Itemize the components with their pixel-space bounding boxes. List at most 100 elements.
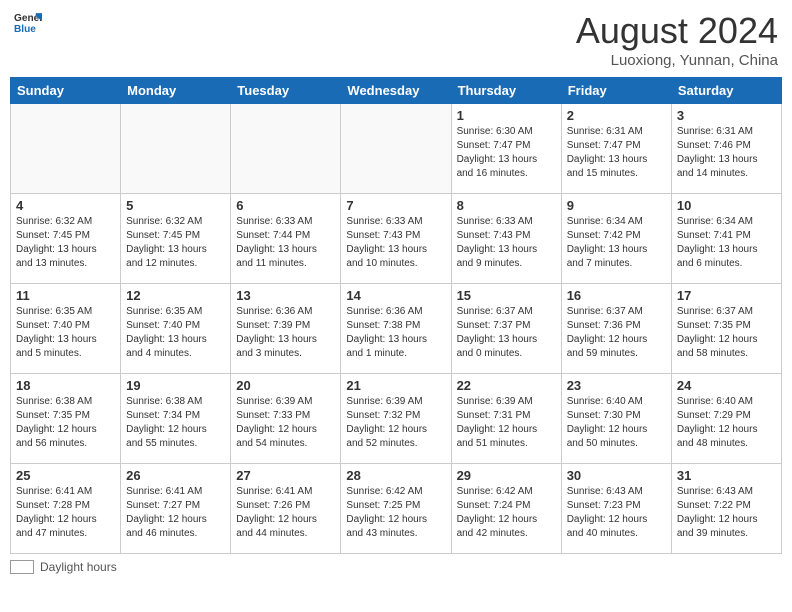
day-info: Sunrise: 6:34 AMSunset: 7:42 PMDaylight:… <box>567 215 666 271</box>
day-number: 13 <box>236 288 335 303</box>
calendar-cell: 2 Sunrise: 6:31 AMSunset: 7:47 PMDaylight… <box>561 104 671 194</box>
calendar-cell <box>11 104 121 194</box>
day-info: Sunrise: 6:37 AMSunset: 7:35 PMDaylight:… <box>677 305 776 361</box>
day-number: 10 <box>677 198 776 213</box>
logo-icon: General Blue <box>14 10 42 38</box>
day-info: Sunrise: 6:40 AMSunset: 7:29 PMDaylight:… <box>677 395 776 451</box>
calendar-cell: 22 Sunrise: 6:39 AMSunset: 7:31 PMDayligh… <box>451 374 561 464</box>
day-info: Sunrise: 6:33 AMSunset: 7:43 PMDaylight:… <box>346 215 445 271</box>
calendar-cell: 29 Sunrise: 6:42 AMSunset: 7:24 PMDayligh… <box>451 464 561 554</box>
day-number: 11 <box>16 288 115 303</box>
calendar-week-row: 25 Sunrise: 6:41 AMSunset: 7:28 PMDayligh… <box>11 464 782 554</box>
legend-label: Daylight hours <box>40 560 117 574</box>
day-number: 15 <box>457 288 556 303</box>
day-info: Sunrise: 6:40 AMSunset: 7:30 PMDaylight:… <box>567 395 666 451</box>
day-info: Sunrise: 6:39 AMSunset: 7:33 PMDaylight:… <box>236 395 335 451</box>
calendar-cell: 31Sunrise: 6:43 AMSunset: 7:22 PMDayligh… <box>671 464 781 554</box>
calendar-cell: 13Sunrise: 6:36 AMSunset: 7:39 PMDayligh… <box>231 284 341 374</box>
month-title: August 2024 <box>576 10 778 52</box>
weekday-header: Friday <box>561 78 671 104</box>
calendar-cell: 30 Sunrise: 6:43 AMSunset: 7:23 PMDayligh… <box>561 464 671 554</box>
day-number: 7 <box>346 198 445 213</box>
day-info: Sunrise: 6:42 AMSunset: 7:24 PMDaylight:… <box>457 485 556 541</box>
day-number: 23 <box>567 378 666 393</box>
calendar-cell: 28 Sunrise: 6:42 AMSunset: 7:25 PMDayligh… <box>341 464 451 554</box>
day-info: Sunrise: 6:34 AMSunset: 7:41 PMDaylight:… <box>677 215 776 271</box>
weekday-header: Saturday <box>671 78 781 104</box>
calendar-cell: 3 Sunrise: 6:31 AMSunset: 7:46 PMDaylight… <box>671 104 781 194</box>
calendar-cell: 16Sunrise: 6:37 AMSunset: 7:36 PMDayligh… <box>561 284 671 374</box>
day-number: 3 <box>677 108 776 123</box>
weekday-header: Sunday <box>11 78 121 104</box>
day-info: Sunrise: 6:32 AMSunset: 7:45 PMDaylight:… <box>126 215 225 271</box>
location: Luoxiong, Yunnan, China <box>576 52 778 69</box>
title-block: August 2024 Luoxiong, Yunnan, China <box>576 10 778 69</box>
day-info: Sunrise: 6:33 AMSunset: 7:44 PMDaylight:… <box>236 215 335 271</box>
calendar-cell: 11 Sunrise: 6:35 AMSunset: 7:40 PMDayligh… <box>11 284 121 374</box>
day-info: Sunrise: 6:41 AMSunset: 7:27 PMDaylight:… <box>126 485 225 541</box>
day-number: 6 <box>236 198 335 213</box>
day-info: Sunrise: 6:35 AMSunset: 7:40 PMDaylight:… <box>16 305 115 361</box>
calendar-week-row: 4 Sunrise: 6:32 AMSunset: 7:45 PMDaylight… <box>11 194 782 284</box>
day-info: Sunrise: 6:31 AMSunset: 7:47 PMDaylight:… <box>567 125 666 181</box>
day-info: Sunrise: 6:36 AMSunset: 7:38 PMDaylight:… <box>346 305 445 361</box>
day-number: 29 <box>457 468 556 483</box>
day-number: 1 <box>457 108 556 123</box>
day-info: Sunrise: 6:39 AMSunset: 7:32 PMDaylight:… <box>346 395 445 451</box>
day-info: Sunrise: 6:39 AMSunset: 7:31 PMDaylight:… <box>457 395 556 451</box>
svg-text:Blue: Blue <box>14 24 36 35</box>
day-number: 26 <box>126 468 225 483</box>
day-number: 4 <box>16 198 115 213</box>
day-info: Sunrise: 6:42 AMSunset: 7:25 PMDaylight:… <box>346 485 445 541</box>
calendar-cell: 27 Sunrise: 6:41 AMSunset: 7:26 PMDayligh… <box>231 464 341 554</box>
day-number: 14 <box>346 288 445 303</box>
calendar-week-row: 1Sunrise: 6:30 AMSunset: 7:47 PMDaylight… <box>11 104 782 194</box>
day-info: Sunrise: 6:31 AMSunset: 7:46 PMDaylight:… <box>677 125 776 181</box>
day-number: 28 <box>346 468 445 483</box>
day-info: Sunrise: 6:41 AMSunset: 7:26 PMDaylight:… <box>236 485 335 541</box>
weekday-header: Monday <box>121 78 231 104</box>
calendar-cell: 18Sunrise: 6:38 AMSunset: 7:35 PMDayligh… <box>11 374 121 464</box>
calendar-cell: 7 Sunrise: 6:33 AMSunset: 7:43 PMDaylight… <box>341 194 451 284</box>
calendar-cell: 17Sunrise: 6:37 AMSunset: 7:35 PMDayligh… <box>671 284 781 374</box>
day-info: Sunrise: 6:38 AMSunset: 7:34 PMDaylight:… <box>126 395 225 451</box>
day-info: Sunrise: 6:43 AMSunset: 7:23 PMDaylight:… <box>567 485 666 541</box>
day-number: 25 <box>16 468 115 483</box>
calendar-cell: 20 Sunrise: 6:39 AMSunset: 7:33 PMDayligh… <box>231 374 341 464</box>
calendar-cell: 10 Sunrise: 6:34 AMSunset: 7:41 PMDayligh… <box>671 194 781 284</box>
day-info: Sunrise: 6:33 AMSunset: 7:43 PMDaylight:… <box>457 215 556 271</box>
calendar-cell: 4 Sunrise: 6:32 AMSunset: 7:45 PMDaylight… <box>11 194 121 284</box>
calendar-cell: 12Sunrise: 6:35 AMSunset: 7:40 PMDayligh… <box>121 284 231 374</box>
day-info: Sunrise: 6:35 AMSunset: 7:40 PMDaylight:… <box>126 305 225 361</box>
day-number: 8 <box>457 198 556 213</box>
logo: General Blue <box>14 10 42 38</box>
day-info: Sunrise: 6:37 AMSunset: 7:36 PMDaylight:… <box>567 305 666 361</box>
calendar-cell: 14 Sunrise: 6:36 AMSunset: 7:38 PMDayligh… <box>341 284 451 374</box>
calendar-cell: 8 Sunrise: 6:33 AMSunset: 7:43 PMDaylight… <box>451 194 561 284</box>
legend: Daylight hours <box>10 560 782 574</box>
calendar-cell: 21 Sunrise: 6:39 AMSunset: 7:32 PMDayligh… <box>341 374 451 464</box>
calendar-cell: 25 Sunrise: 6:41 AMSunset: 7:28 PMDayligh… <box>11 464 121 554</box>
calendar-cell: 6 Sunrise: 6:33 AMSunset: 7:44 PMDaylight… <box>231 194 341 284</box>
day-number: 21 <box>346 378 445 393</box>
calendar-cell: 24 Sunrise: 6:40 AMSunset: 7:29 PMDayligh… <box>671 374 781 464</box>
day-number: 30 <box>567 468 666 483</box>
calendar-week-row: 11 Sunrise: 6:35 AMSunset: 7:40 PMDayligh… <box>11 284 782 374</box>
calendar-cell: 26 Sunrise: 6:41 AMSunset: 7:27 PMDayligh… <box>121 464 231 554</box>
calendar-cell <box>341 104 451 194</box>
day-number: 24 <box>677 378 776 393</box>
day-number: 27 <box>236 468 335 483</box>
day-info: Sunrise: 6:37 AMSunset: 7:37 PMDaylight:… <box>457 305 556 361</box>
day-info: Sunrise: 6:41 AMSunset: 7:28 PMDaylight:… <box>16 485 115 541</box>
day-info: Sunrise: 6:32 AMSunset: 7:45 PMDaylight:… <box>16 215 115 271</box>
day-number: 2 <box>567 108 666 123</box>
calendar-table: SundayMondayTuesdayWednesdayThursdayFrid… <box>10 77 782 554</box>
day-number: 9 <box>567 198 666 213</box>
day-number: 22 <box>457 378 556 393</box>
weekday-header-row: SundayMondayTuesdayWednesdayThursdayFrid… <box>11 78 782 104</box>
calendar-cell: 1Sunrise: 6:30 AMSunset: 7:47 PMDaylight… <box>451 104 561 194</box>
legend-box <box>10 560 34 574</box>
day-number: 31 <box>677 468 776 483</box>
day-number: 20 <box>236 378 335 393</box>
page-header: General Blue August 2024 Luoxiong, Yunna… <box>10 10 782 69</box>
